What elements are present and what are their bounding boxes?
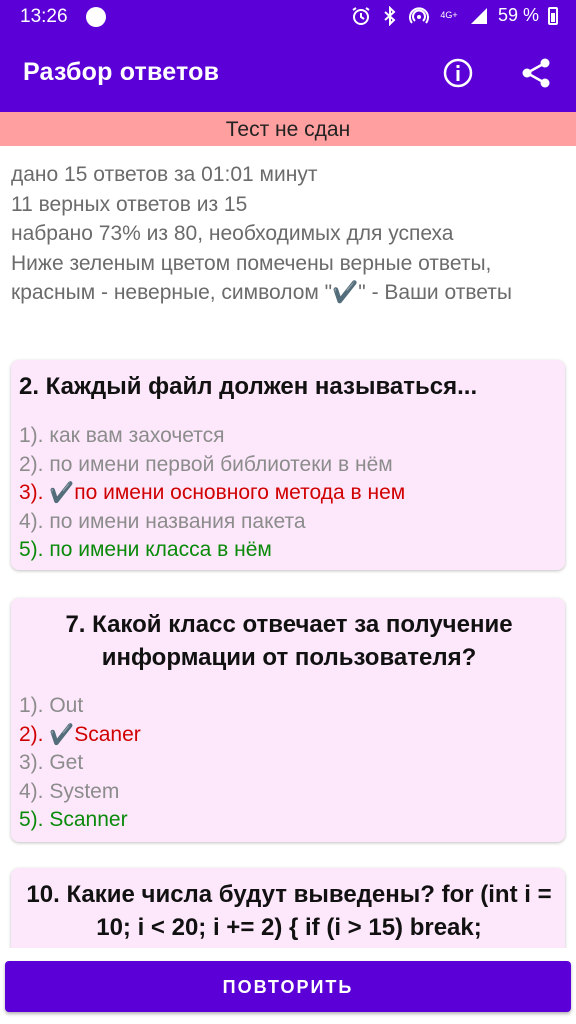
question-title: 7. Какой класс отвечает за получение инф… <box>65 611 513 671</box>
summary-line: дано 15 ответов за 01:01 минут <box>11 163 318 186</box>
status-icons: 4G+ 59 % <box>351 5 558 26</box>
summary-legend: Ниже зеленым цветом помечены верные отве… <box>11 251 512 305</box>
answer-option-selected: 2). ✔️Scaner <box>19 721 559 750</box>
info-button[interactable] <box>440 55 476 91</box>
result-banner: Тест не сдан <box>0 112 576 146</box>
answer-text: по имени основного метода в нем <box>74 481 406 504</box>
answer-option-correct: 5). Scanner <box>19 808 128 831</box>
share-icon <box>522 58 550 88</box>
question-title: 10. Какие числа будут выведены? for (int… <box>26 881 552 941</box>
notification-dot-icon <box>86 7 106 27</box>
checkmark-icon: ✔️ <box>49 482 75 504</box>
question-card: 7. Какой класс отвечает за получение инф… <box>11 598 565 842</box>
questions-list[interactable]: 2. Каждый файл должен называться... 1). … <box>0 348 576 948</box>
answer-option: 1). как вам захочется <box>19 424 225 447</box>
hotspot-icon <box>409 6 429 24</box>
answer-text: Scaner <box>74 722 141 746</box>
info-icon <box>443 58 473 88</box>
answer-prefix: 3). <box>19 481 50 504</box>
answer-list: 1). Out 2). ✔️Scaner 3). Get 4). System … <box>19 692 559 835</box>
question-title: 2. Каждый файл должен называться... <box>19 373 478 400</box>
answer-option-correct: 5). по имени класса в нём <box>19 538 272 561</box>
battery-percent: 59 % <box>497 5 539 25</box>
answer-option: 4). System <box>19 779 120 803</box>
page-title: Разбор ответов <box>23 58 220 86</box>
answer-prefix: 2). <box>19 722 50 746</box>
answer-option: 2). по имени первой библиотеки в нём <box>19 452 393 476</box>
question-card: 2. Каждый файл должен называться... 1). … <box>11 360 565 570</box>
bluetooth-icon <box>384 5 396 26</box>
status-time: 13:26 <box>20 6 68 27</box>
answer-option-selected: 3). ✔️по имени основного метода в нем <box>19 479 559 508</box>
signal-icon <box>470 7 487 24</box>
share-button[interactable] <box>518 55 554 91</box>
question-card: 10. Какие числа будут выведены? for (int… <box>11 868 565 948</box>
battery-icon <box>548 6 558 25</box>
status-bar: 13:26 4G+ 59 % <box>0 0 576 34</box>
alarm-icon <box>352 6 370 25</box>
summary-line: набрано 73% из 80, необходимых для успех… <box>11 222 454 245</box>
checkmark-icon: ✔️ <box>49 723 75 746</box>
answer-option: 3). Get <box>19 751 84 774</box>
network-type: 4G+ <box>440 10 458 20</box>
repeat-button[interactable]: ПОВТОРИТЬ <box>5 961 571 1012</box>
answer-option: 4). по имени названия пакета <box>19 509 306 533</box>
summary-line: 11 верных ответов из 15 <box>11 192 248 216</box>
result-summary: дано 15 ответов за 01:01 минут 11 верных … <box>11 160 567 308</box>
app-bar: Разбор ответов <box>0 34 576 112</box>
answer-list: 1). как вам захочется 2). по имени перво… <box>19 422 559 565</box>
answer-option: 1). Out <box>19 694 84 717</box>
